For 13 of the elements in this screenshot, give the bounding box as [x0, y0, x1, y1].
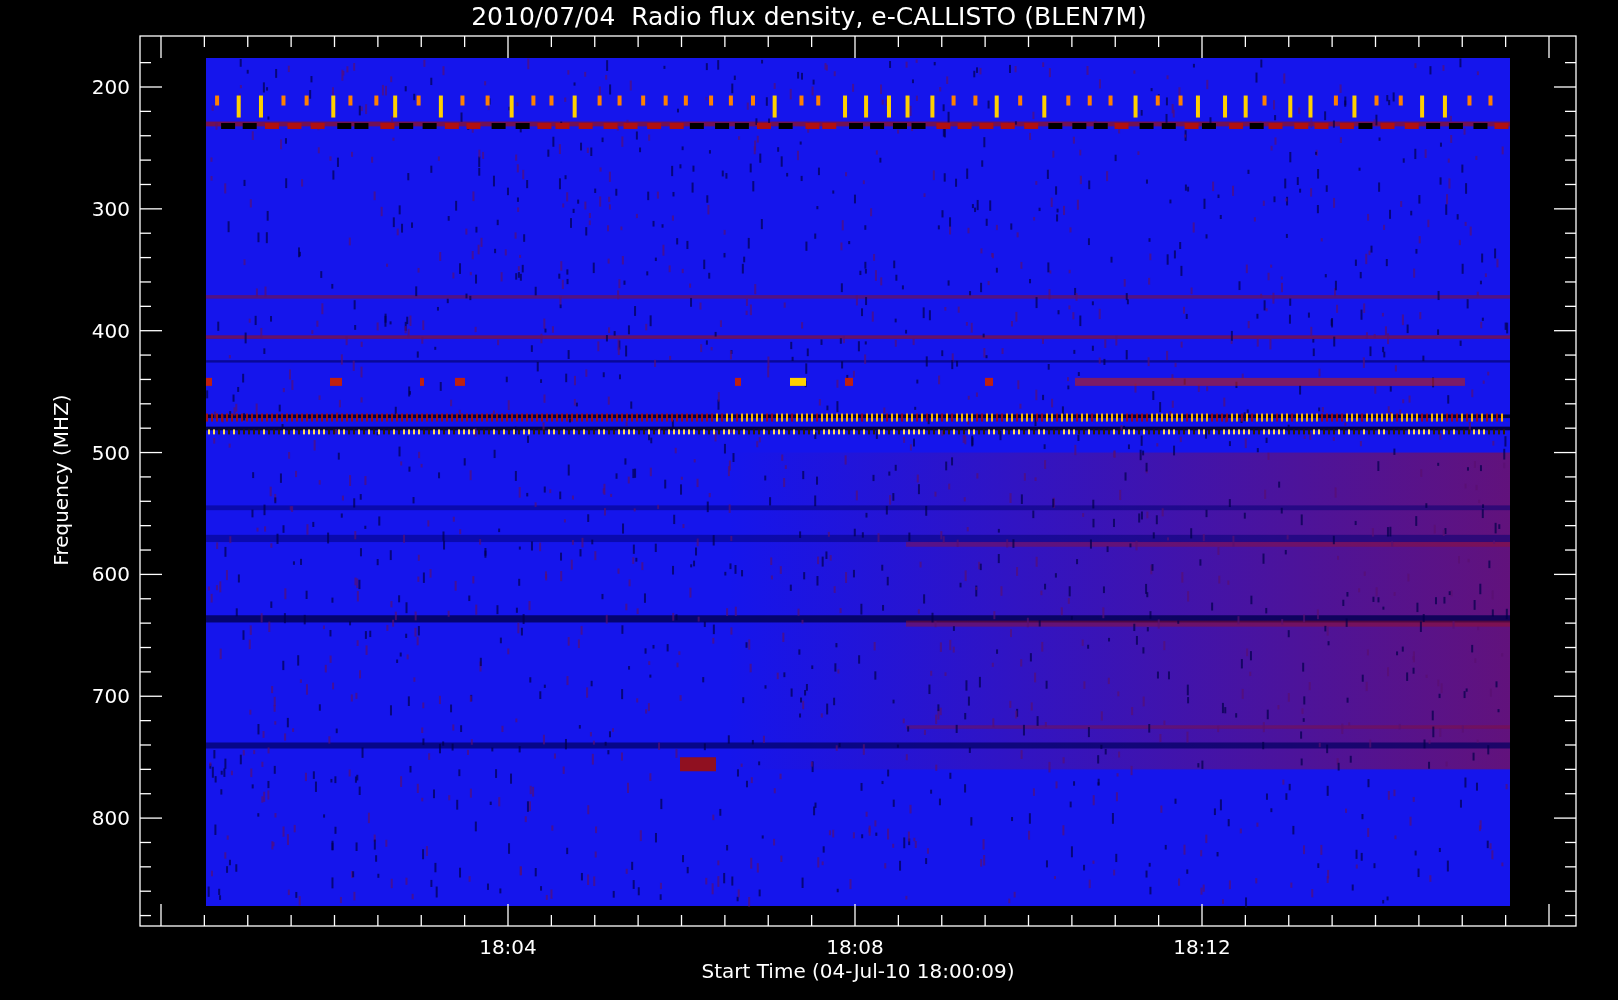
y-tick-label: 400	[91, 318, 130, 343]
x-axis-label: Start Time (04-Jul-10 18:00:09)	[701, 959, 1015, 983]
y-tick-label: 800	[91, 806, 130, 831]
x-tick-label: 18:08	[826, 935, 884, 959]
x-tick-label: 18:04	[479, 935, 537, 959]
y-tick-label: 200	[91, 75, 130, 99]
y-tick-label: 300	[91, 196, 130, 221]
y-axis-label: Frequency (MHZ)	[49, 394, 73, 566]
y-tick-label: 500	[91, 440, 130, 465]
y-tick-label: 600	[91, 562, 130, 587]
plot-title: 2010/07/04 Radio flux density, e-CALLISTO (BLEN7M)	[471, 1, 1147, 33]
y-tick-label: 700	[91, 684, 130, 709]
x-tick-label: 18:12	[1173, 935, 1231, 959]
